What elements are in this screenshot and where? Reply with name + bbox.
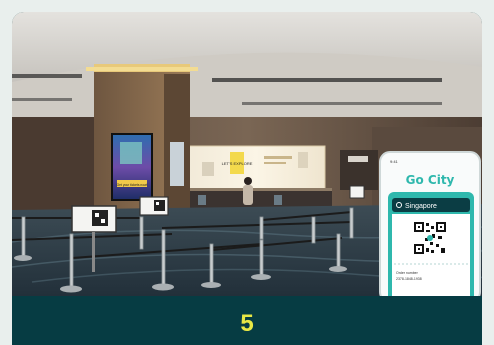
phone-location-label: Singapore [405, 203, 437, 210]
phone-mockup: 9:41 Go City Singapore Order number 2378… [379, 151, 481, 296]
caption-number: 5 [240, 309, 254, 337]
screen-sign-text: LET'S EXPLORE [222, 161, 253, 166]
caption-bar: 5 [12, 296, 482, 345]
phone-brand-logo: Go City [406, 173, 455, 187]
qr-code-icon [414, 222, 446, 254]
phone-ticket-number: 2378-1848-1938 [396, 277, 422, 281]
phone-status-time: 9:41 [390, 159, 399, 164]
kiosk-sign-text: Get your tickets now! [117, 183, 148, 187]
lobby-photo: LET'S EXPLORE Get your tickets now! 9:41… [12, 12, 482, 296]
phone-ticket-label: Order number [396, 271, 419, 275]
image-card: LET'S EXPLORE Get your tickets now! 9:41… [12, 12, 482, 345]
